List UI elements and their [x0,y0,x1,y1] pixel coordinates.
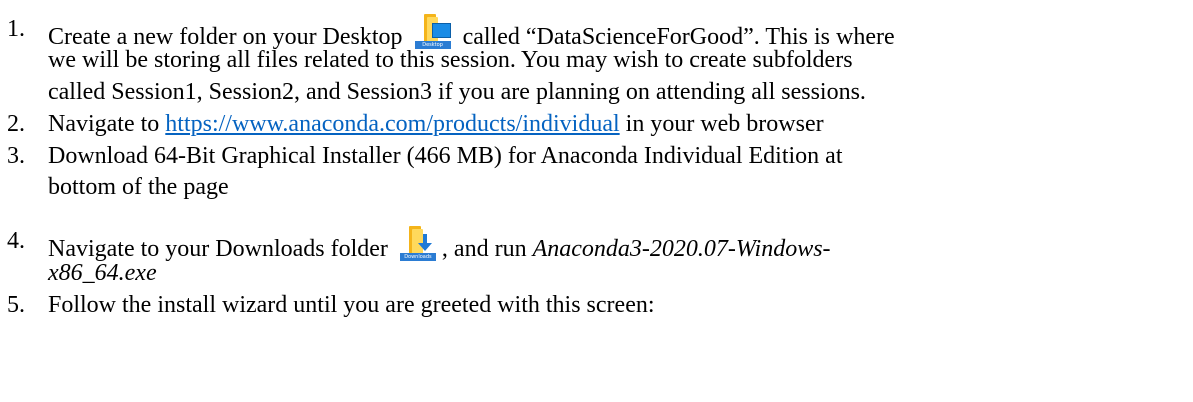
step-4-line-1: Navigate to your Downloads folder Downlo… [48,226,831,264]
step-2-number: 2. [7,111,25,137]
downloads-folder-icon: Downloads [399,226,436,262]
step-2-line-1: Navigate to https://www.anaconda.com/pro… [48,109,824,139]
step-1-line-2: we will be storing all files related to … [48,47,853,73]
step-2-text-before: Navigate to [48,111,166,137]
download-arrow-icon [417,234,432,251]
step-1-number: 1. [7,16,25,42]
step-3-line-2: bottom of the page [48,174,229,200]
downloads-icon-caption: Downloads [399,253,436,261]
step-2-text-after: in your web browser [619,111,824,137]
step-5-number: 5. [7,292,25,318]
step-4-text-middle: , and run [441,236,533,262]
step-5-line-1: Follow the install wizard until you are … [48,292,655,318]
desktop-screen-icon [431,23,451,38]
step-3-line-1: Download 64-Bit Graphical Installer (466… [48,143,843,169]
installer-filename-part-2: x86_64.exe [48,260,157,286]
step-3-number: 3. [7,143,25,169]
installer-filename-part-1: Anaconda3-2020.07-Windows- [532,236,831,262]
step-1-line-3: called Session1, Session2, and Session3 … [48,79,866,105]
step-4-number: 4. [7,228,25,254]
anaconda-download-link[interactable]: https://www.anaconda.com/products/indivi… [165,111,619,137]
